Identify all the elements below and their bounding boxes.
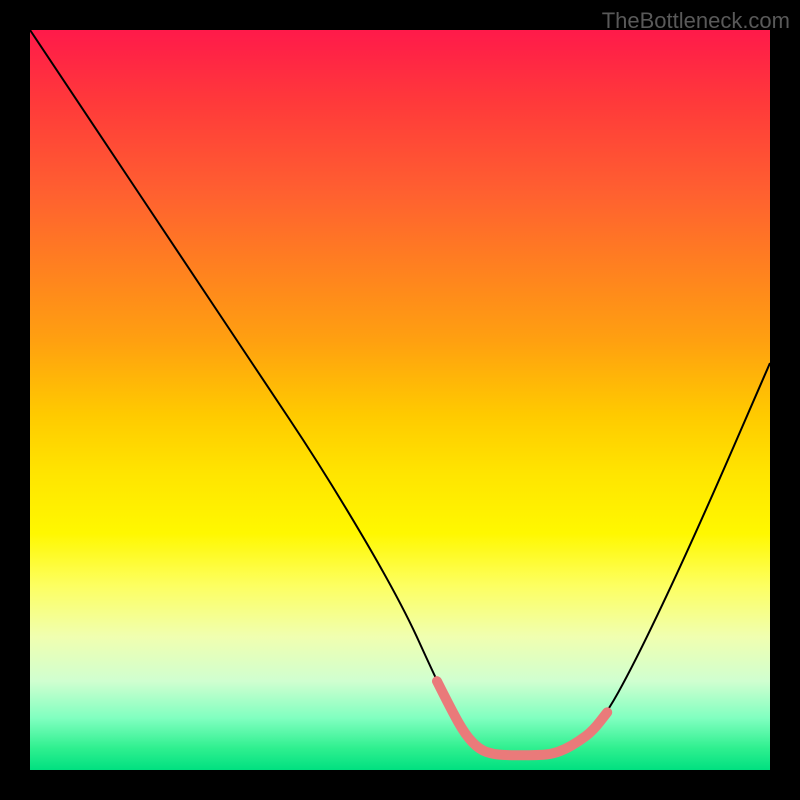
bottleneck-chart: TheBottleneck.com bbox=[0, 0, 800, 800]
watermark-text: TheBottleneck.com bbox=[602, 8, 790, 34]
curve-layer bbox=[30, 30, 770, 770]
bottleneck-curve-path bbox=[30, 30, 770, 755]
highlight-segment-path bbox=[437, 681, 607, 755]
